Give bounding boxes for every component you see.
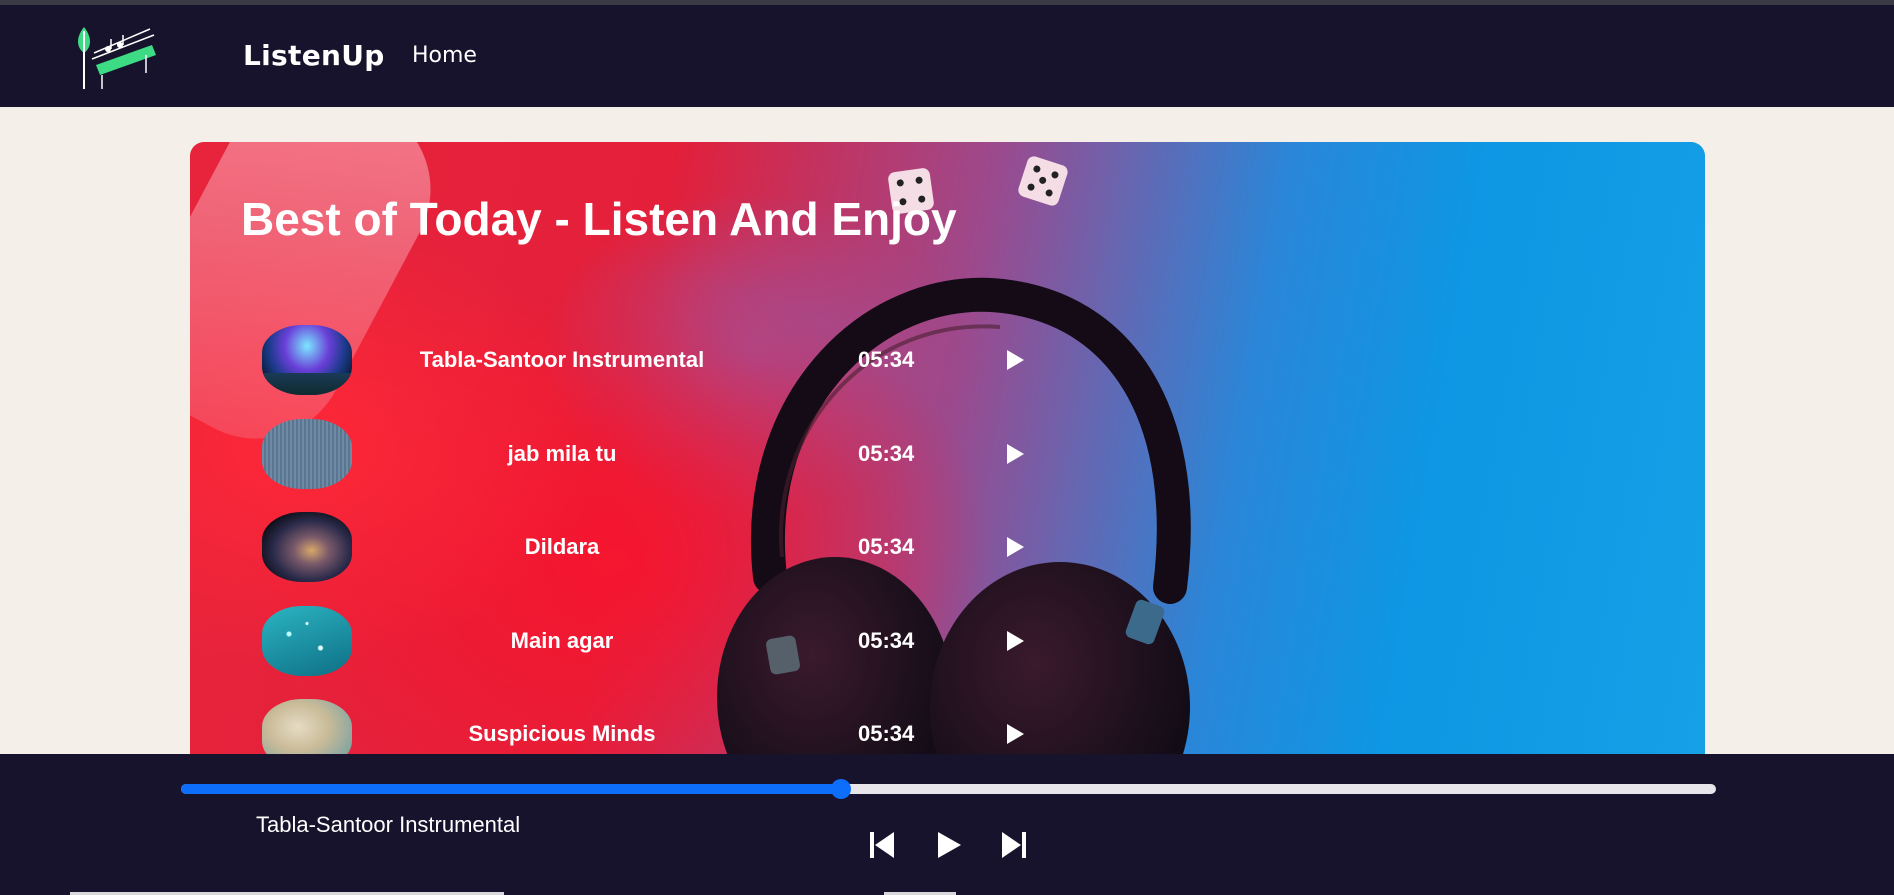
track-name: jab mila tu	[507, 441, 617, 466]
aurora-thumbnail[interactable]	[262, 325, 352, 395]
leaf-piano-logo-icon[interactable]	[74, 23, 158, 89]
play-icon[interactable]	[935, 830, 963, 860]
track-duration: 05:34	[858, 347, 915, 372]
track-duration: 05:34	[858, 534, 915, 559]
play-icon[interactable]	[1005, 630, 1025, 652]
track-name: Dildara	[524, 534, 600, 559]
track-row[interactable]: Tabla-Santoor Instrumental 05:34	[262, 325, 1024, 401]
track-duration: 05:34	[858, 441, 915, 466]
track-row[interactable]: Main agar 05:34	[262, 606, 1024, 682]
track-name: Tabla-Santoor Instrumental	[419, 347, 705, 372]
hero-banner: Best of Today - Listen And Enjoy Tabla-S…	[190, 142, 1705, 756]
hero-title: Best of Today - Listen And Enjoy	[241, 193, 957, 245]
track-row[interactable]: jab mila tu 05:34	[262, 419, 1024, 495]
track-name: Main agar	[510, 628, 614, 653]
progress-fill	[181, 784, 842, 794]
previous-track-icon[interactable]	[868, 830, 896, 860]
progress-slider[interactable]	[181, 779, 1716, 799]
play-icon[interactable]	[1005, 723, 1025, 745]
brand-name[interactable]: ListenUp	[243, 39, 385, 72]
nav-home-link[interactable]: Home	[412, 43, 477, 68]
track-duration: 05:34	[858, 721, 915, 746]
denim-thumbnail[interactable]	[262, 419, 352, 489]
milky-way-thumbnail[interactable]	[262, 512, 352, 582]
progress-handle[interactable]	[831, 779, 852, 799]
sandy-map-thumbnail[interactable]	[262, 699, 352, 756]
navbar: ListenUp Home	[0, 5, 1894, 107]
teal-sparkle-thumbnail[interactable]	[262, 606, 352, 676]
track-row[interactable]: Suspicious Minds 05:34	[262, 699, 1024, 756]
track-duration: 05:34	[858, 628, 915, 653]
play-icon[interactable]	[1005, 536, 1025, 558]
dice-photo-detail	[1016, 154, 1070, 208]
now-playing-title: Tabla-Santoor Instrumental	[256, 812, 521, 837]
track-row[interactable]: Dildara 05:34	[262, 512, 1024, 588]
play-icon[interactable]	[1005, 349, 1025, 371]
player-bar: Tabla-Santoor Instrumental	[0, 754, 1894, 895]
track-name: Suspicious Minds	[468, 721, 656, 746]
next-track-icon[interactable]	[1000, 830, 1028, 860]
play-icon[interactable]	[1005, 443, 1025, 465]
